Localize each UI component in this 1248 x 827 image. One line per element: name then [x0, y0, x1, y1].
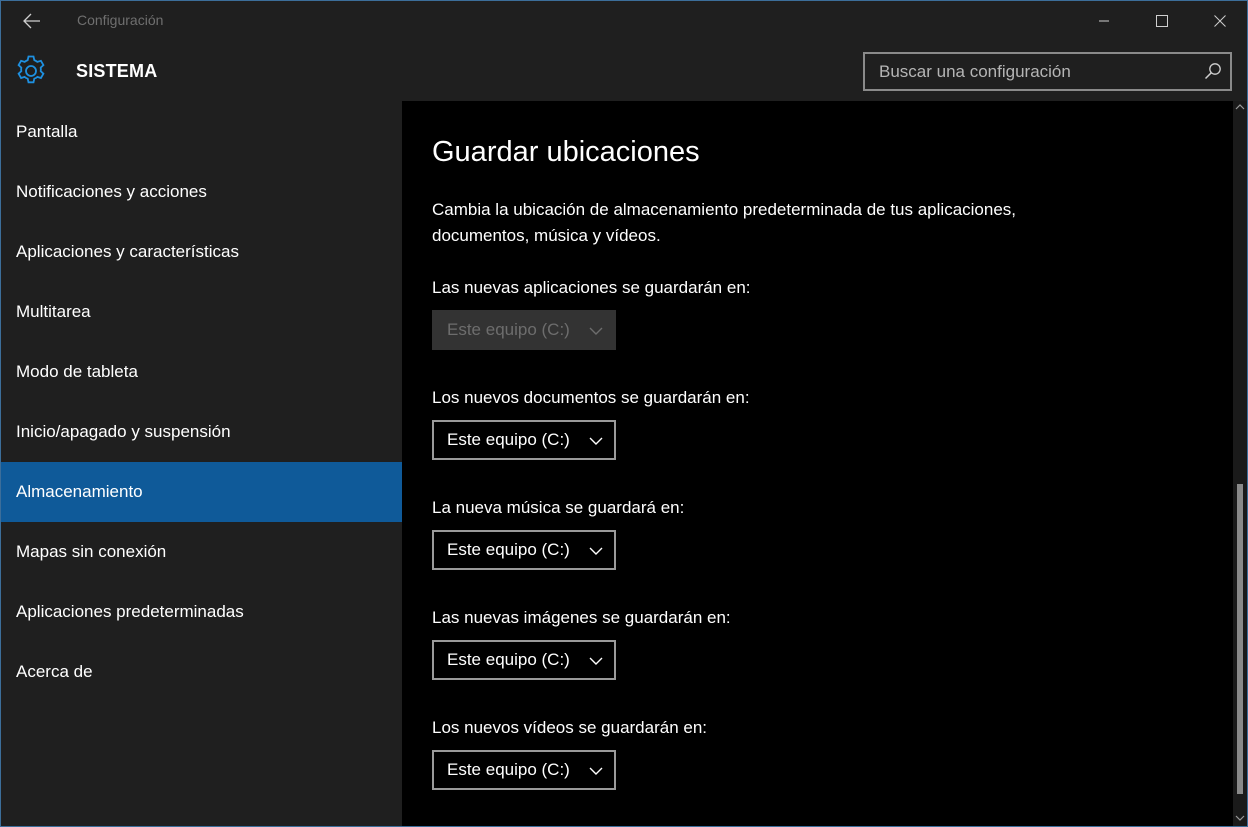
- window-title: Configuración: [77, 12, 164, 28]
- sidebar-item-acerca-de[interactable]: Acerca de: [1, 642, 402, 702]
- sidebar-item-label: Aplicaciones predeterminadas: [16, 602, 244, 621]
- sidebar-item-notificaciones[interactable]: Notificaciones y acciones: [1, 162, 402, 222]
- minimize-icon: [1099, 20, 1109, 22]
- sidebar: Pantalla Notificaciones y acciones Aplic…: [1, 101, 402, 826]
- apps-location-dropdown: Este equipo (C:): [432, 310, 616, 350]
- chevron-down-icon: [589, 767, 603, 775]
- chevron-down-icon: [589, 547, 603, 555]
- documents-location-dropdown[interactable]: Este equipo (C:): [432, 420, 616, 460]
- close-icon: [1214, 15, 1226, 27]
- sidebar-item-predeterminadas[interactable]: Aplicaciones predeterminadas: [1, 582, 402, 642]
- search-box[interactable]: [863, 52, 1232, 91]
- apps-location-label: Las nuevas aplicaciones se guardarán en:: [432, 278, 751, 297]
- sidebar-item-label: Mapas sin conexión: [16, 542, 167, 561]
- sidebar-item-inicio-apagado[interactable]: Inicio/apagado y suspensión: [1, 402, 402, 462]
- sidebar-item-label: Almacenamiento: [16, 482, 143, 501]
- sidebar-item-almacenamiento[interactable]: Almacenamiento: [1, 462, 402, 522]
- back-arrow-icon: [23, 13, 40, 29]
- videos-location-label: Los nuevos vídeos se guardarán en:: [432, 718, 708, 737]
- sidebar-item-label: Inicio/apagado y suspensión: [16, 422, 231, 441]
- sidebar-item-label: Multitarea: [16, 302, 91, 321]
- dropdown-value: Este equipo (C:): [447, 430, 570, 449]
- sidebar-item-label: Pantalla: [16, 122, 78, 141]
- back-button[interactable]: [13, 5, 51, 37]
- music-location-dropdown[interactable]: Este equipo (C:): [432, 530, 616, 570]
- sidebar-item-label: Notificaciones y acciones: [16, 182, 207, 201]
- dropdown-value: Este equipo (C:): [447, 650, 570, 669]
- dropdown-value: Este equipo (C:): [447, 760, 570, 779]
- settings-window: Configuración SISTEMA Buscar una configu…: [0, 0, 1248, 827]
- search-input[interactable]: [879, 54, 1199, 89]
- main-content: Guardar ubicaciones Cambia la ubicación …: [402, 101, 1233, 826]
- vertical-scrollbar[interactable]: [1233, 101, 1247, 826]
- scroll-down-arrow-icon[interactable]: [1234, 812, 1246, 824]
- chevron-down-icon: [589, 437, 603, 445]
- minimize-button[interactable]: [1075, 1, 1133, 41]
- chevron-down-icon: [589, 327, 603, 335]
- sidebar-item-multitarea[interactable]: Multitarea: [1, 282, 402, 342]
- sidebar-item-pantalla[interactable]: Pantalla: [1, 102, 402, 162]
- sidebar-item-mapas[interactable]: Mapas sin conexión: [1, 522, 402, 582]
- sidebar-item-label: Modo de tableta: [16, 362, 138, 381]
- music-location-label: La nueva música se guardará en:: [432, 498, 685, 517]
- videos-location-dropdown[interactable]: Este equipo (C:): [432, 750, 616, 790]
- sidebar-item-modo-tableta[interactable]: Modo de tableta: [1, 342, 402, 402]
- section-title: SISTEMA: [76, 61, 158, 81]
- sidebar-item-label: Acerca de: [16, 662, 93, 681]
- header: SISTEMA: [1, 41, 1247, 101]
- scroll-up-arrow-icon[interactable]: [1234, 101, 1246, 113]
- chevron-down-icon: [589, 657, 603, 665]
- dropdown-value: Este equipo (C:): [447, 540, 570, 559]
- page-description: Cambia la ubicación de almacenamiento pr…: [432, 200, 1017, 245]
- page-title: Guardar ubicaciones: [432, 136, 700, 168]
- maximize-icon: [1156, 15, 1168, 27]
- title-bar: Configuración: [1, 1, 1247, 41]
- pictures-location-label: Las nuevas imágenes se guardarán en:: [432, 608, 731, 627]
- maximize-button[interactable]: [1133, 1, 1191, 41]
- gear-icon: [17, 55, 45, 84]
- search-icon[interactable]: [1204, 62, 1222, 80]
- scrollbar-thumb[interactable]: [1237, 484, 1243, 794]
- close-button[interactable]: [1191, 1, 1247, 41]
- dropdown-value: Este equipo (C:): [447, 320, 570, 339]
- pictures-location-dropdown[interactable]: Este equipo (C:): [432, 640, 616, 680]
- sidebar-item-label: Aplicaciones y características: [16, 242, 239, 261]
- documents-location-label: Los nuevos documentos se guardarán en:: [432, 388, 750, 407]
- sidebar-item-aplicaciones[interactable]: Aplicaciones y características: [1, 222, 402, 282]
